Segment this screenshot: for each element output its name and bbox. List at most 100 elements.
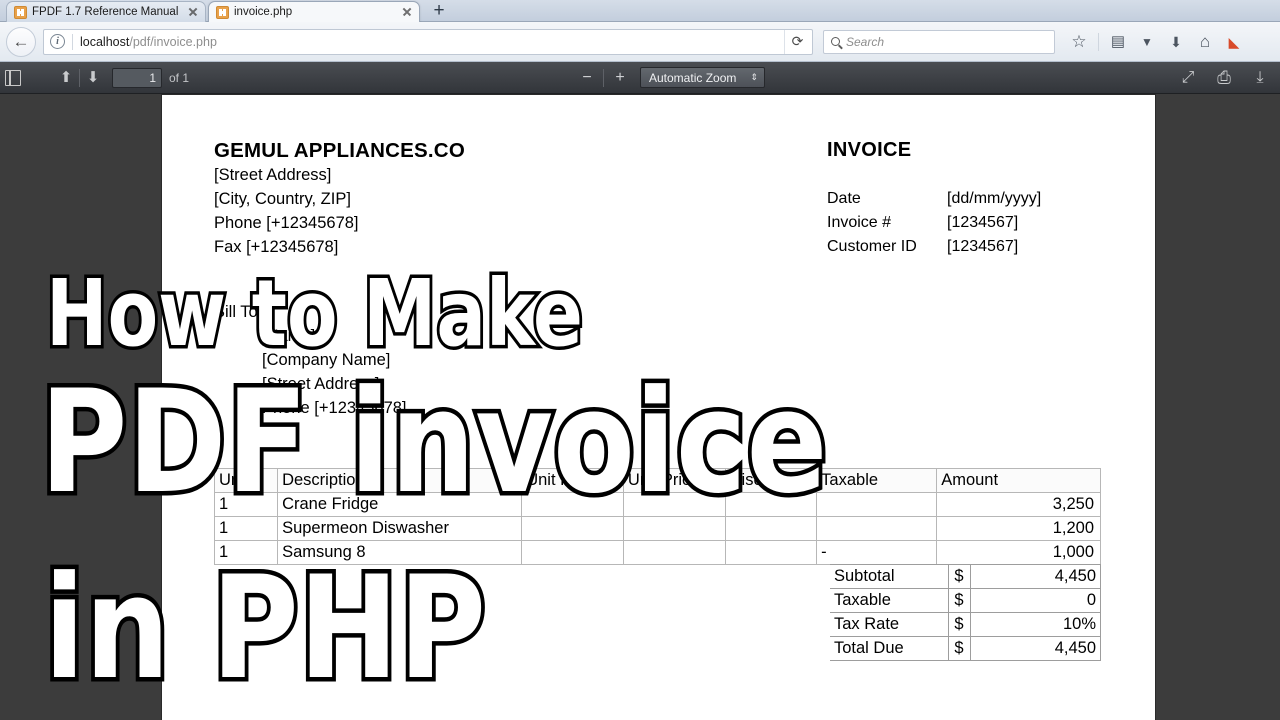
cell-description: Supermeon Diswasher (278, 517, 522, 541)
bill-to-address: [Street Address] (214, 372, 407, 396)
cell-units: 1 (215, 517, 278, 541)
company-name: GEMUL APPLIANCES.CO (214, 139, 465, 163)
next-page-icon[interactable]: ⬇ (82, 70, 104, 85)
currency-symbol: $ (948, 589, 970, 613)
totals-label: Subtotal (830, 565, 948, 589)
cell-taxable (817, 493, 937, 517)
invoice-meta-block: Date [dd/mm/yyyy] Invoice # [1234567] Cu… (827, 187, 1041, 259)
page-count-label: of 1 (169, 71, 189, 85)
cell-unit-price-b (623, 541, 725, 565)
new-tab-button[interactable]: + (424, 2, 454, 21)
totals-value: 10% (970, 613, 1101, 637)
cell-description: Samsung 8 (278, 541, 522, 565)
col-description: Description (278, 469, 522, 493)
previous-page-icon[interactable]: ⬆ (55, 70, 77, 85)
zoom-select-value: Automatic Zoom (649, 71, 736, 85)
print-icon[interactable]: ⎙ (1214, 68, 1234, 88)
close-icon[interactable] (187, 6, 199, 18)
zoom-out-button[interactable]: − (575, 70, 599, 86)
cell-unit-price-a (522, 541, 624, 565)
col-discount: Discount (725, 469, 817, 493)
table-row: 1 Crane Fridge 3,250 (215, 493, 1101, 517)
cell-units: 1 (215, 541, 278, 565)
zoom-in-button[interactable]: + (608, 70, 632, 86)
url-host: localhost (80, 35, 129, 49)
col-unit-price-a: Unit Price (522, 469, 624, 493)
reload-icon[interactable]: ⟳ (784, 30, 810, 54)
divider (1098, 33, 1099, 51)
invoice-title: INVOICE (827, 139, 911, 162)
table-row: 1 Supermeon Diswasher 1,200 (215, 517, 1101, 541)
extension-icon[interactable]: ◣ (1224, 32, 1244, 52)
close-icon[interactable] (401, 6, 413, 18)
toolbar-icon-group: ☆ ▤ ▼ ⬇ ⌂ ◣ (1069, 32, 1244, 52)
search-icon (831, 37, 840, 46)
cell-unit-price-a (522, 493, 624, 517)
totals-label: Taxable (830, 589, 948, 613)
tab-fpdf-reference[interactable]: FPDF 1.7 Reference Manual (6, 1, 206, 22)
download-icon[interactable]: ⤓ (1250, 68, 1270, 88)
back-arrow-icon[interactable]: ← (6, 27, 36, 57)
meta-label: Invoice # (827, 211, 947, 235)
search-placeholder: Search (846, 35, 884, 49)
fpdf-favicon-icon (216, 6, 229, 19)
totals-value: 0 (970, 589, 1101, 613)
company-address-line: [City, Country, ZIP] (214, 187, 359, 211)
totals-row: Total Due $ 4,450 (830, 637, 1101, 661)
company-fax-line: Fax [+12345678] (214, 235, 359, 259)
tab-title: invoice.php (234, 6, 396, 18)
tab-invoice-php[interactable]: invoice.php (208, 1, 420, 22)
reader-list-icon[interactable]: ▤ (1108, 32, 1128, 52)
cell-description: Crane Fridge (278, 493, 522, 517)
site-info-icon[interactable]: i (50, 34, 65, 49)
table-header-row: Units Description Unit Price Unit Price … (215, 469, 1101, 493)
url-path: /pdf/invoice.php (129, 35, 217, 49)
totals-label: Tax Rate (830, 613, 948, 637)
company-phone-line: Phone [+12345678] (214, 211, 359, 235)
pdf-right-tools: ⤢ ⎙ ⤓ (1178, 68, 1270, 88)
currency-symbol: $ (948, 565, 970, 589)
search-input[interactable]: Search (823, 30, 1055, 54)
table-row: 1 Samsung 8 - 1,000 (215, 541, 1101, 565)
fpdf-favicon-icon (14, 6, 27, 19)
home-icon[interactable]: ⌂ (1195, 32, 1215, 52)
line-items-table: Units Description Unit Price Unit Price … (214, 468, 1101, 565)
totals-row: Subtotal $ 4,450 (830, 565, 1101, 589)
cell-amount: 1,200 (937, 517, 1101, 541)
pdf-page: GEMUL APPLIANCES.CO [Street Address] [Ci… (162, 95, 1155, 720)
invoice-meta-row: Invoice # [1234567] (827, 211, 1041, 235)
totals-row: Taxable $ 0 (830, 589, 1101, 613)
meta-label: Customer ID (827, 235, 947, 259)
col-taxable: Taxable (817, 469, 937, 493)
bill-to-company: [Company Name] (214, 348, 407, 372)
downloads-icon[interactable]: ⬇ (1166, 32, 1186, 52)
cell-discount (725, 541, 817, 565)
page-number-input[interactable]: 1 (112, 68, 162, 88)
divider (603, 69, 604, 87)
presentation-mode-icon[interactable]: ⤢ (1178, 68, 1198, 88)
company-address-block: [Street Address] [City, Country, ZIP] Ph… (214, 163, 359, 259)
bookmark-star-icon[interactable]: ☆ (1069, 32, 1089, 52)
pdf-viewport[interactable]: GEMUL APPLIANCES.CO [Street Address] [Ci… (0, 94, 1280, 720)
pocket-icon[interactable]: ▼ (1137, 32, 1157, 52)
cell-unit-price-b (623, 493, 725, 517)
totals-label: Total Due (830, 637, 948, 661)
bill-to-phone: Phone [+12345678] (214, 396, 407, 420)
cell-discount (725, 493, 817, 517)
totals-value: 4,450 (970, 565, 1101, 589)
totals-row: Tax Rate $ 10% (830, 613, 1101, 637)
zoom-select[interactable]: Automatic Zoom ⇕ (640, 67, 765, 88)
cell-unit-price-b (623, 517, 725, 541)
sidebar-toggle-icon[interactable] (5, 70, 21, 86)
meta-value: [dd/mm/yyyy] (947, 187, 1041, 211)
tab-title: FPDF 1.7 Reference Manual (32, 6, 182, 18)
bill-to-name: [Name] (214, 324, 407, 348)
browser-window: FPDF 1.7 Reference Manual invoice.php + … (0, 0, 1280, 720)
cell-discount (725, 517, 817, 541)
cell-units: 1 (215, 493, 278, 517)
divider (72, 34, 73, 50)
invoice-meta-row: Customer ID [1234567] (827, 235, 1041, 259)
address-bar[interactable]: i localhost/pdf/invoice.php ⟳ (43, 29, 813, 55)
cell-amount: 3,250 (937, 493, 1101, 517)
col-unit-price-b: Unit Price (623, 469, 725, 493)
